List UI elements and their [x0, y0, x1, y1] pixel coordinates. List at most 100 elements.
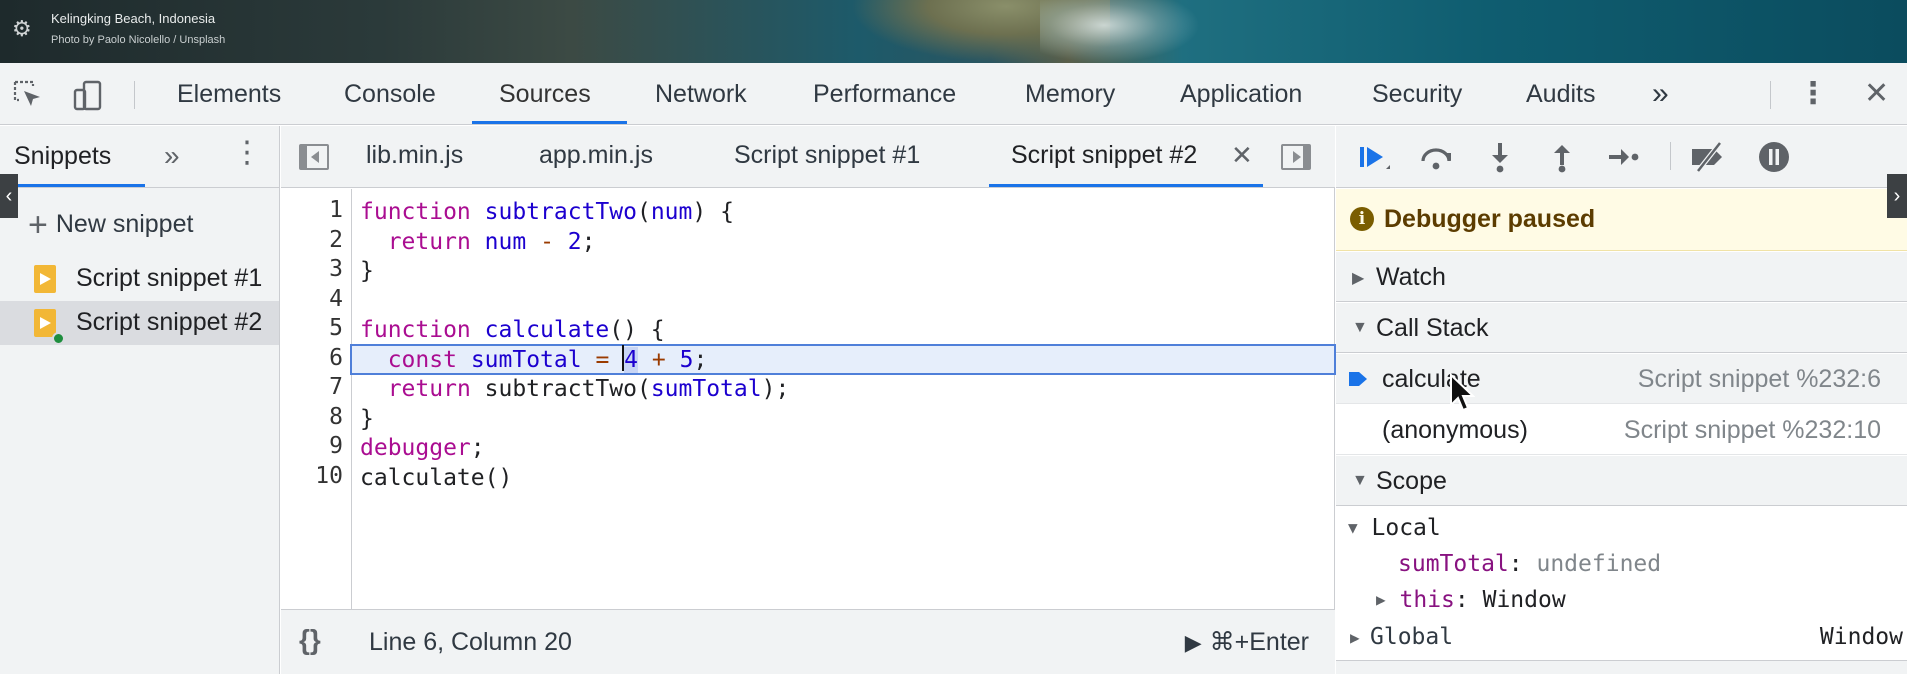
pause-on-exceptions-icon[interactable] [1756, 139, 1792, 175]
step-over-icon[interactable] [1418, 139, 1454, 175]
tab-console[interactable]: Console [342, 63, 438, 125]
deactivate-breakpoints-icon[interactable] [1688, 139, 1724, 175]
code-line[interactable]: return subtractTwo(sumTotal); [360, 374, 790, 404]
debugger-toolbar [1336, 126, 1907, 188]
debugger-sidebar: i Debugger paused ▶ Watch ▼ Call Stack c… [1336, 126, 1907, 674]
close-tab-icon[interactable]: ✕ [1231, 140, 1253, 171]
more-tabs-icon[interactable]: » [1650, 63, 1671, 125]
tab-audits[interactable]: Audits [1524, 63, 1597, 125]
local-scope-label: Local [1371, 515, 1441, 541]
snippet-label: Script snippet #1 [76, 264, 263, 292]
pretty-print-icon[interactable]: {} [299, 624, 321, 656]
new-snippet-button[interactable]: + New snippet [28, 206, 193, 245]
line-number[interactable]: 4 [283, 286, 343, 312]
call-frame-location[interactable]: Script snippet %232:6 [1638, 365, 1881, 394]
tab-security[interactable]: Security [1370, 63, 1464, 125]
call-frame-location[interactable]: Script snippet %232:10 [1624, 416, 1881, 445]
call-frame[interactable]: (anonymous) Script snippet %232:10 [1336, 405, 1907, 455]
toggle-navigator-icon[interactable] [299, 144, 329, 170]
snippet-file-icon [34, 309, 56, 337]
snippet-item[interactable]: Script snippet #1 [0, 257, 279, 301]
snippet-file-icon [34, 265, 56, 293]
step-out-icon[interactable] [1544, 139, 1580, 175]
tab-performance[interactable]: Performance [811, 63, 958, 125]
navigator-menu-icon[interactable]: ⋮ [232, 138, 262, 168]
code-area[interactable]: function subtractTwo(num) { return num -… [350, 189, 1336, 609]
wallpaper-surf [1040, 0, 1200, 63]
tab-memory[interactable]: Memory [1023, 63, 1117, 125]
chevron-right-icon[interactable]: › [1887, 174, 1907, 218]
navigator-header: Snippets » ⋮ [0, 126, 279, 188]
toggle-debugger-icon[interactable] [1281, 144, 1311, 170]
code-line[interactable]: function calculate() { [360, 315, 665, 345]
snippet-item[interactable]: Script snippet #2 [0, 301, 279, 345]
triangle-right-icon: ▶ [1350, 628, 1360, 647]
step-into-icon[interactable] [1482, 139, 1518, 175]
variable-separator: : [1454, 587, 1483, 613]
tab-network[interactable]: Network [653, 63, 749, 125]
line-number[interactable]: 1 [283, 197, 343, 223]
scope-variable[interactable]: sumTotal: undefined [1398, 551, 1661, 577]
gear-icon[interactable]: ⚙ [12, 17, 36, 41]
editor-status-bar: {} Line 6, Column 20 ▶ ⌘+Enter [281, 609, 1335, 674]
line-number-gutter: 1 2 3 4 5 6 7 8 9 10 [281, 189, 352, 609]
call-stack-label: Call Stack [1376, 314, 1489, 342]
running-indicator-icon [52, 332, 65, 345]
code-line[interactable] [360, 286, 374, 316]
code-line[interactable]: function subtractTwo(num) { [360, 197, 734, 227]
call-stack-section-header[interactable]: ▼ Call Stack [1336, 303, 1907, 353]
tab-application[interactable]: Application [1178, 63, 1304, 125]
editor-tab-app[interactable]: app.min.js [539, 141, 653, 170]
inspect-element-icon[interactable] [12, 79, 42, 109]
editor-tab-indicator [989, 184, 1263, 187]
line-number[interactable]: 7 [283, 374, 343, 400]
watch-section-header[interactable]: ▶ Watch [1336, 252, 1907, 302]
line-number[interactable]: 6 [283, 345, 343, 371]
wallpaper-location: Kelingking Beach, Indonesia [51, 11, 216, 26]
editor-tab-bar: lib.min.js app.min.js Script snippet #1 … [281, 126, 1335, 188]
code-line[interactable]: return num - 2; [360, 227, 596, 257]
device-toolbar-icon[interactable] [72, 79, 102, 111]
snippets-navigator: Snippets » ⋮ + New snippet Script snippet… [0, 126, 280, 674]
line-number[interactable]: 8 [283, 404, 343, 430]
play-icon: ▶ [1184, 630, 1202, 655]
local-scope-toggle[interactable]: ▼ Local [1348, 515, 1441, 541]
chevron-left-icon[interactable]: ‹ [0, 174, 18, 218]
call-frame[interactable]: calculate Script snippet %232:6 [1336, 354, 1907, 404]
global-scope-toggle[interactable]: ▶ Global Window [1336, 616, 1907, 660]
line-number[interactable]: 10 [283, 463, 343, 489]
code-line[interactable]: calculate() [360, 463, 512, 493]
global-scope-label: Global [1370, 624, 1454, 650]
line-number[interactable]: 9 [283, 433, 343, 459]
tab-snippets[interactable]: Snippets [14, 142, 111, 171]
line-number[interactable]: 2 [283, 227, 343, 253]
cursor-position: Line 6, Column 20 [369, 628, 572, 656]
code-line[interactable]: const sumTotal = 4 + 5; [360, 345, 707, 375]
customize-menu-icon[interactable]: ⋮ [1798, 79, 1828, 109]
current-frame-pointer-icon [1349, 372, 1367, 386]
call-frame-name: (anonymous) [1382, 416, 1528, 444]
triangle-right-icon: ▶ [1376, 590, 1386, 609]
watch-label: Watch [1376, 263, 1446, 291]
run-snippet-button[interactable]: ▶ ⌘+Enter [1185, 627, 1309, 657]
code-line[interactable]: debugger; [360, 433, 485, 463]
code-line[interactable]: } [360, 404, 374, 434]
toolbar-divider [1770, 81, 1771, 109]
line-number[interactable]: 5 [283, 315, 343, 341]
more-navigators-icon[interactable]: » [164, 140, 180, 172]
step-icon[interactable] [1606, 139, 1642, 175]
tab-elements[interactable]: Elements [175, 63, 283, 125]
resume-icon[interactable] [1356, 139, 1392, 175]
close-devtools-icon[interactable]: ✕ [1862, 63, 1891, 125]
tab-sources[interactable]: Sources [497, 63, 593, 125]
code-line[interactable]: } [360, 256, 374, 286]
line-number[interactable]: 3 [283, 256, 343, 282]
editor-tab-lib[interactable]: lib.min.js [366, 141, 463, 170]
scope-section-header[interactable]: ▼ Scope [1336, 456, 1907, 506]
editor-tab-snippet-2[interactable]: Script snippet #2 [1011, 141, 1197, 170]
global-scope-value: Window [1819, 624, 1903, 650]
variable-value: Window [1482, 587, 1566, 613]
scope-variable[interactable]: ▶ this: Window [1376, 587, 1566, 613]
variable-value: undefined [1536, 551, 1662, 577]
editor-tab-snippet-1[interactable]: Script snippet #1 [734, 141, 920, 170]
